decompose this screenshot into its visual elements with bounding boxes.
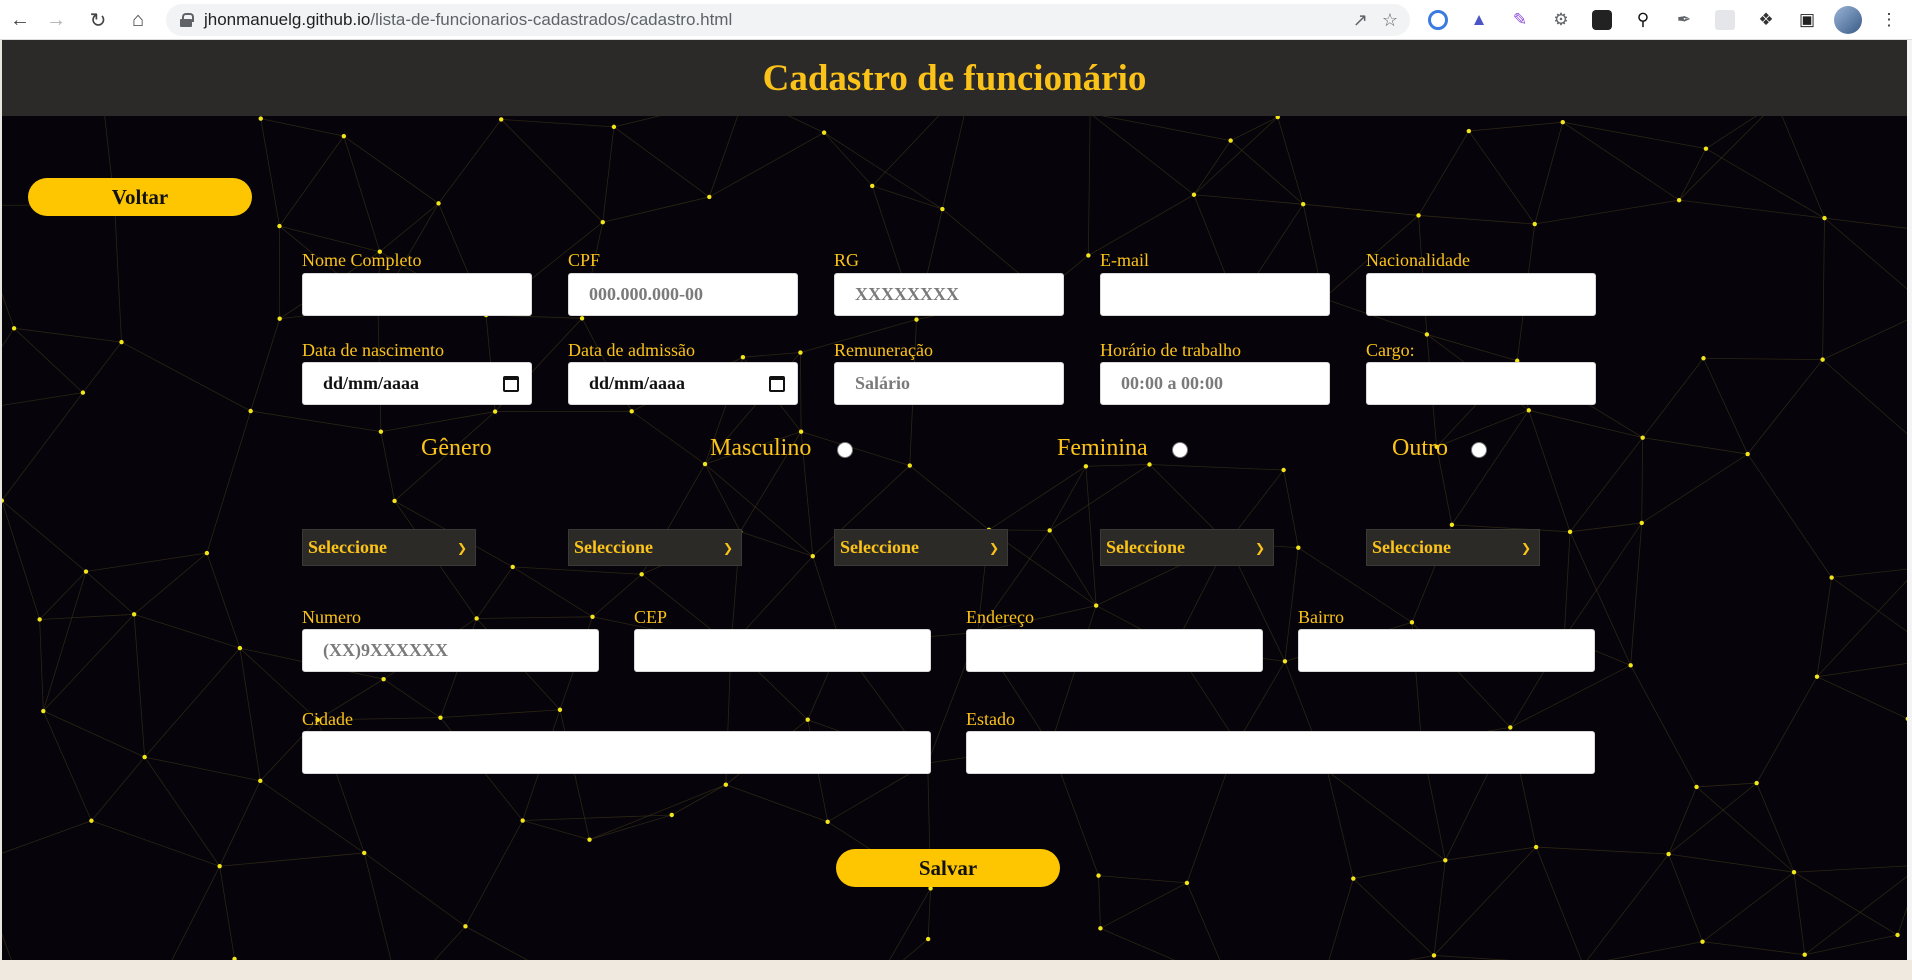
cargo-input[interactable] [1366,362,1596,405]
calendar-icon[interactable] [503,375,519,392]
select-value: Seleccione [1106,537,1185,557]
label-estado: Estado [966,709,1015,729]
save-button[interactable]: Salvar [836,849,1060,887]
estado-input[interactable] [966,731,1595,774]
endereco-input[interactable] [966,629,1263,672]
extension-search-icon[interactable]: ⚲ [1629,6,1657,34]
label-nacionalidade: Nacionalidade [1366,250,1470,270]
share-icon[interactable]: ↗ [1353,10,1368,31]
chevron-down-icon: ❯ [722,540,733,555]
label-rg: RG [834,250,860,270]
back-button[interactable]: Voltar [28,178,252,216]
numero-input[interactable]: (XX)9XXXXXX [302,629,599,672]
label-horario-trabalho: Horário de trabalho [1100,340,1241,360]
select-value: Seleccione [308,537,387,557]
cpf-input[interactable]: 000.000.000-00 [568,273,798,316]
label-cpf: CPF [568,250,601,270]
data-admissao-input[interactable]: dd/mm/aaaa [568,362,798,405]
horario-trabalho-input[interactable]: 00:00 a 00:00 [1100,362,1330,405]
chevron-down-icon: ❯ [1520,540,1531,555]
extension-pen-icon[interactable]: ✎ [1506,6,1534,34]
taskbar [0,960,1912,980]
nome-completo-input[interactable] [302,273,532,316]
gender-radio-outro[interactable] [1471,442,1487,458]
scrollbar[interactable] [1907,40,1912,960]
label-endereco: Endereço [966,607,1034,627]
select-5[interactable]: Seleccione ❯ [1366,529,1540,566]
reload-icon[interactable]: ↻ [80,2,116,38]
address-bar[interactable]: jhonmanuelg.github.io/lista-de-funcionar… [166,4,1410,36]
page-title: Cadastro de funcionário [762,57,1147,99]
lock-icon [180,13,194,27]
home-icon[interactable]: ⌂ [120,2,156,38]
chevron-down-icon: ❯ [1254,540,1265,555]
bairro-input[interactable] [1298,629,1595,672]
bookmark-star-icon[interactable]: ☆ [1382,10,1398,31]
label-cep: CEP [634,607,668,627]
label-remuneracao: Remuneração [834,340,933,360]
extension-blank-icon[interactable] [1711,6,1739,34]
extension-chart-icon[interactable]: ▲ [1465,6,1493,34]
url-path: /lista-de-funcionarios-cadastrados/cadas… [370,10,733,29]
extension-gear-icon[interactable]: ⚙ [1547,6,1575,34]
label-data-nascimento: Data de nascimento [302,340,444,360]
avatar[interactable] [1834,6,1862,34]
date-value: dd/mm/aaaa [323,373,420,393]
cidade-input[interactable] [302,731,931,774]
extension-box-icon[interactable] [1588,6,1616,34]
select-1[interactable]: Seleccione ❯ [302,529,476,566]
side-panel-icon[interactable]: ▣ [1793,6,1821,34]
calendar-icon[interactable] [769,375,785,392]
url-host: jhonmanuelg.github.io [204,10,371,29]
gender-label: Gênero [421,435,492,461]
label-cargo: Cargo: [1366,340,1415,360]
select-3[interactable]: Seleccione ❯ [834,529,1008,566]
label-cidade: Cidade [302,709,353,729]
chevron-down-icon: ❯ [988,540,999,555]
eyedropper-icon[interactable]: ✒ [1670,6,1698,34]
extensions-area: ▲ ✎ ⚙ ⚲ ✒ ❖ ▣ ⋮ [1424,4,1903,36]
date-value: dd/mm/aaaa [589,373,686,393]
rg-input[interactable]: XXXXXXXX [834,273,1064,316]
label-bairro: Bairro [1298,607,1344,627]
browser-toolbar: ← → ↻ ⌂ jhonmanuelg.github.io/lista-de-f… [0,0,1912,40]
label-data-admissao: Data de admissão [568,340,695,360]
gender-radio-masculino[interactable] [837,442,853,458]
nacionalidade-input[interactable] [1366,273,1596,316]
gender-option-masculino-label: Masculino [710,435,812,461]
data-nascimento-input[interactable]: dd/mm/aaaa [302,362,532,405]
label-numero: Numero [302,607,361,627]
cep-input[interactable] [634,629,931,672]
page: Cadastro de funcionário Voltar Nome Comp… [2,40,1907,960]
more-menu-icon[interactable]: ⋮ [1875,6,1903,34]
gender-option-outro-label: Outro [1392,435,1448,461]
gender-option-feminina-label: Feminina [1057,435,1148,461]
extension-circle-icon[interactable] [1424,6,1452,34]
chevron-down-icon: ❯ [456,540,467,555]
select-value: Seleccione [574,537,653,557]
gender-radio-feminina[interactable] [1172,442,1188,458]
select-value: Seleccione [1372,537,1451,557]
page-header: Cadastro de funcionário [2,40,1907,116]
forward-arrow-icon[interactable]: → [38,2,74,38]
label-email: E-mail [1100,250,1149,270]
remuneracao-input[interactable]: Salário [834,362,1064,405]
email-input[interactable] [1100,273,1330,316]
back-arrow-icon[interactable]: ← [2,2,38,38]
select-4[interactable]: Seleccione ❯ [1100,529,1274,566]
select-2[interactable]: Seleccione ❯ [568,529,742,566]
puzzle-icon[interactable]: ❖ [1752,6,1780,34]
label-nome-completo: Nome Completo [302,250,422,270]
select-value: Seleccione [840,537,919,557]
